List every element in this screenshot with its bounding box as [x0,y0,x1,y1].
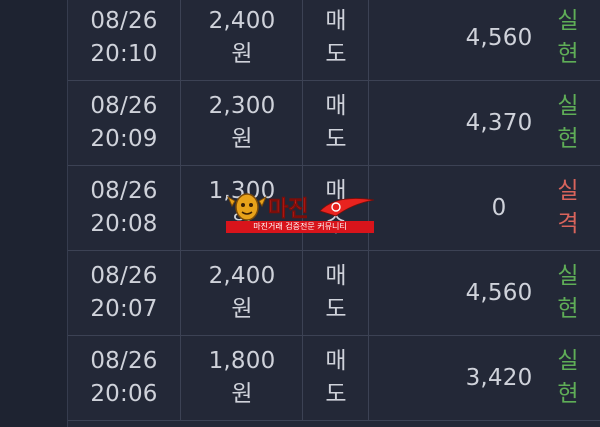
trade-price: 2,300 [208,93,276,119]
column-divider [302,251,303,335]
column-divider [180,251,181,335]
price-unit: 원 [231,211,253,237]
trade-amount: 4,560 [465,24,533,51]
trade-date: 08/26 [90,178,158,204]
trade-price: 1,800 [208,348,276,374]
trade-price: 1,300 [208,178,276,204]
result-cell: 실 현 [542,81,594,165]
result-char-1: 실 [557,8,579,34]
trade-time: 20:10 [90,41,158,67]
result-char-1: 실 [557,178,579,204]
result-cell: 실 현 [542,0,594,80]
price-unit: 원 [231,296,253,322]
table-row[interactable]: 08/26 20:06 1,800 원 매 도 3,420 실 현 [68,336,600,421]
table-row[interactable]: 08/26 20:08 1,300 원 매 수 0 실 격 [68,166,600,251]
trade-side-char-2: 도 [325,41,347,67]
trade-side-char-2: 도 [325,296,347,322]
trade-side-char-1: 매 [325,263,347,289]
price-cell: 1,300 원 [182,166,302,250]
price-cell: 2,300 원 [182,81,302,165]
table-row[interactable]: 08/26 20:10 2,400 원 매 도 4,560 실 현 [68,0,600,81]
trade-history-screen: 08/26 20:10 2,400 원 매 도 4,560 실 현 08/26 … [0,0,600,427]
column-divider [302,81,303,165]
result-char-2: 현 [557,296,579,322]
result-char-1: 실 [557,348,579,374]
result-cell: 실 격 [542,166,594,250]
price-unit: 원 [231,126,253,152]
price-unit: 원 [231,381,253,407]
trade-amount: 0 [491,194,507,221]
result-char-2: 현 [557,41,579,67]
time-cell: 08/26 20:08 [68,166,180,250]
trade-date: 08/26 [90,8,158,34]
trade-date: 08/26 [90,348,158,374]
trade-side-char-1: 매 [325,8,347,34]
table-row[interactable]: 08/26 20:07 2,400 원 매 도 4,560 실 현 [68,251,600,336]
trade-date: 08/26 [90,263,158,289]
left-sidebar-strip [0,0,67,427]
price-cell: 2,400 원 [182,0,302,80]
side-cell: 매 수 [304,166,368,250]
trade-price: 2,400 [208,263,276,289]
trade-time: 20:08 [90,211,158,237]
result-char-1: 실 [557,263,579,289]
price-cell: 1,800 원 [182,336,302,420]
side-cell: 매 도 [304,336,368,420]
column-divider [180,336,181,420]
trade-side-char-1: 매 [325,93,347,119]
column-divider [180,0,181,80]
result-cell: 실 현 [542,251,594,335]
trade-history-table: 08/26 20:10 2,400 원 매 도 4,560 실 현 08/26 … [68,0,600,421]
time-cell: 08/26 20:06 [68,336,180,420]
time-cell: 08/26 20:07 [68,251,180,335]
trade-side-char-1: 매 [325,178,347,204]
side-cell: 매 도 [304,0,368,80]
column-divider [302,336,303,420]
trade-side-char-2: 도 [325,381,347,407]
price-cell: 2,400 원 [182,251,302,335]
result-char-2: 현 [557,126,579,152]
trade-amount: 4,560 [465,279,533,306]
trade-date: 08/26 [90,93,158,119]
column-divider [180,166,181,250]
result-char-2: 현 [557,381,579,407]
column-divider [180,81,181,165]
price-unit: 원 [231,41,253,67]
column-divider [302,166,303,250]
table-row[interactable]: 08/26 20:09 2,300 원 매 도 4,370 실 현 [68,81,600,166]
side-cell: 매 도 [304,81,368,165]
result-cell: 실 현 [542,336,594,420]
side-cell: 매 도 [304,251,368,335]
column-divider [302,0,303,80]
trade-price: 2,400 [208,8,276,34]
trade-time: 20:06 [90,381,158,407]
time-cell: 08/26 20:10 [68,0,180,80]
time-cell: 08/26 20:09 [68,81,180,165]
trade-time: 20:09 [90,126,158,152]
trade-side-char-2: 도 [325,126,347,152]
trade-time: 20:07 [90,296,158,322]
trade-amount: 3,420 [465,364,533,391]
trade-side-char-1: 매 [325,348,347,374]
result-char-1: 실 [557,93,579,119]
trade-amount: 4,370 [465,109,533,136]
result-char-2: 격 [557,211,579,237]
trade-side-char-2: 수 [325,211,347,237]
